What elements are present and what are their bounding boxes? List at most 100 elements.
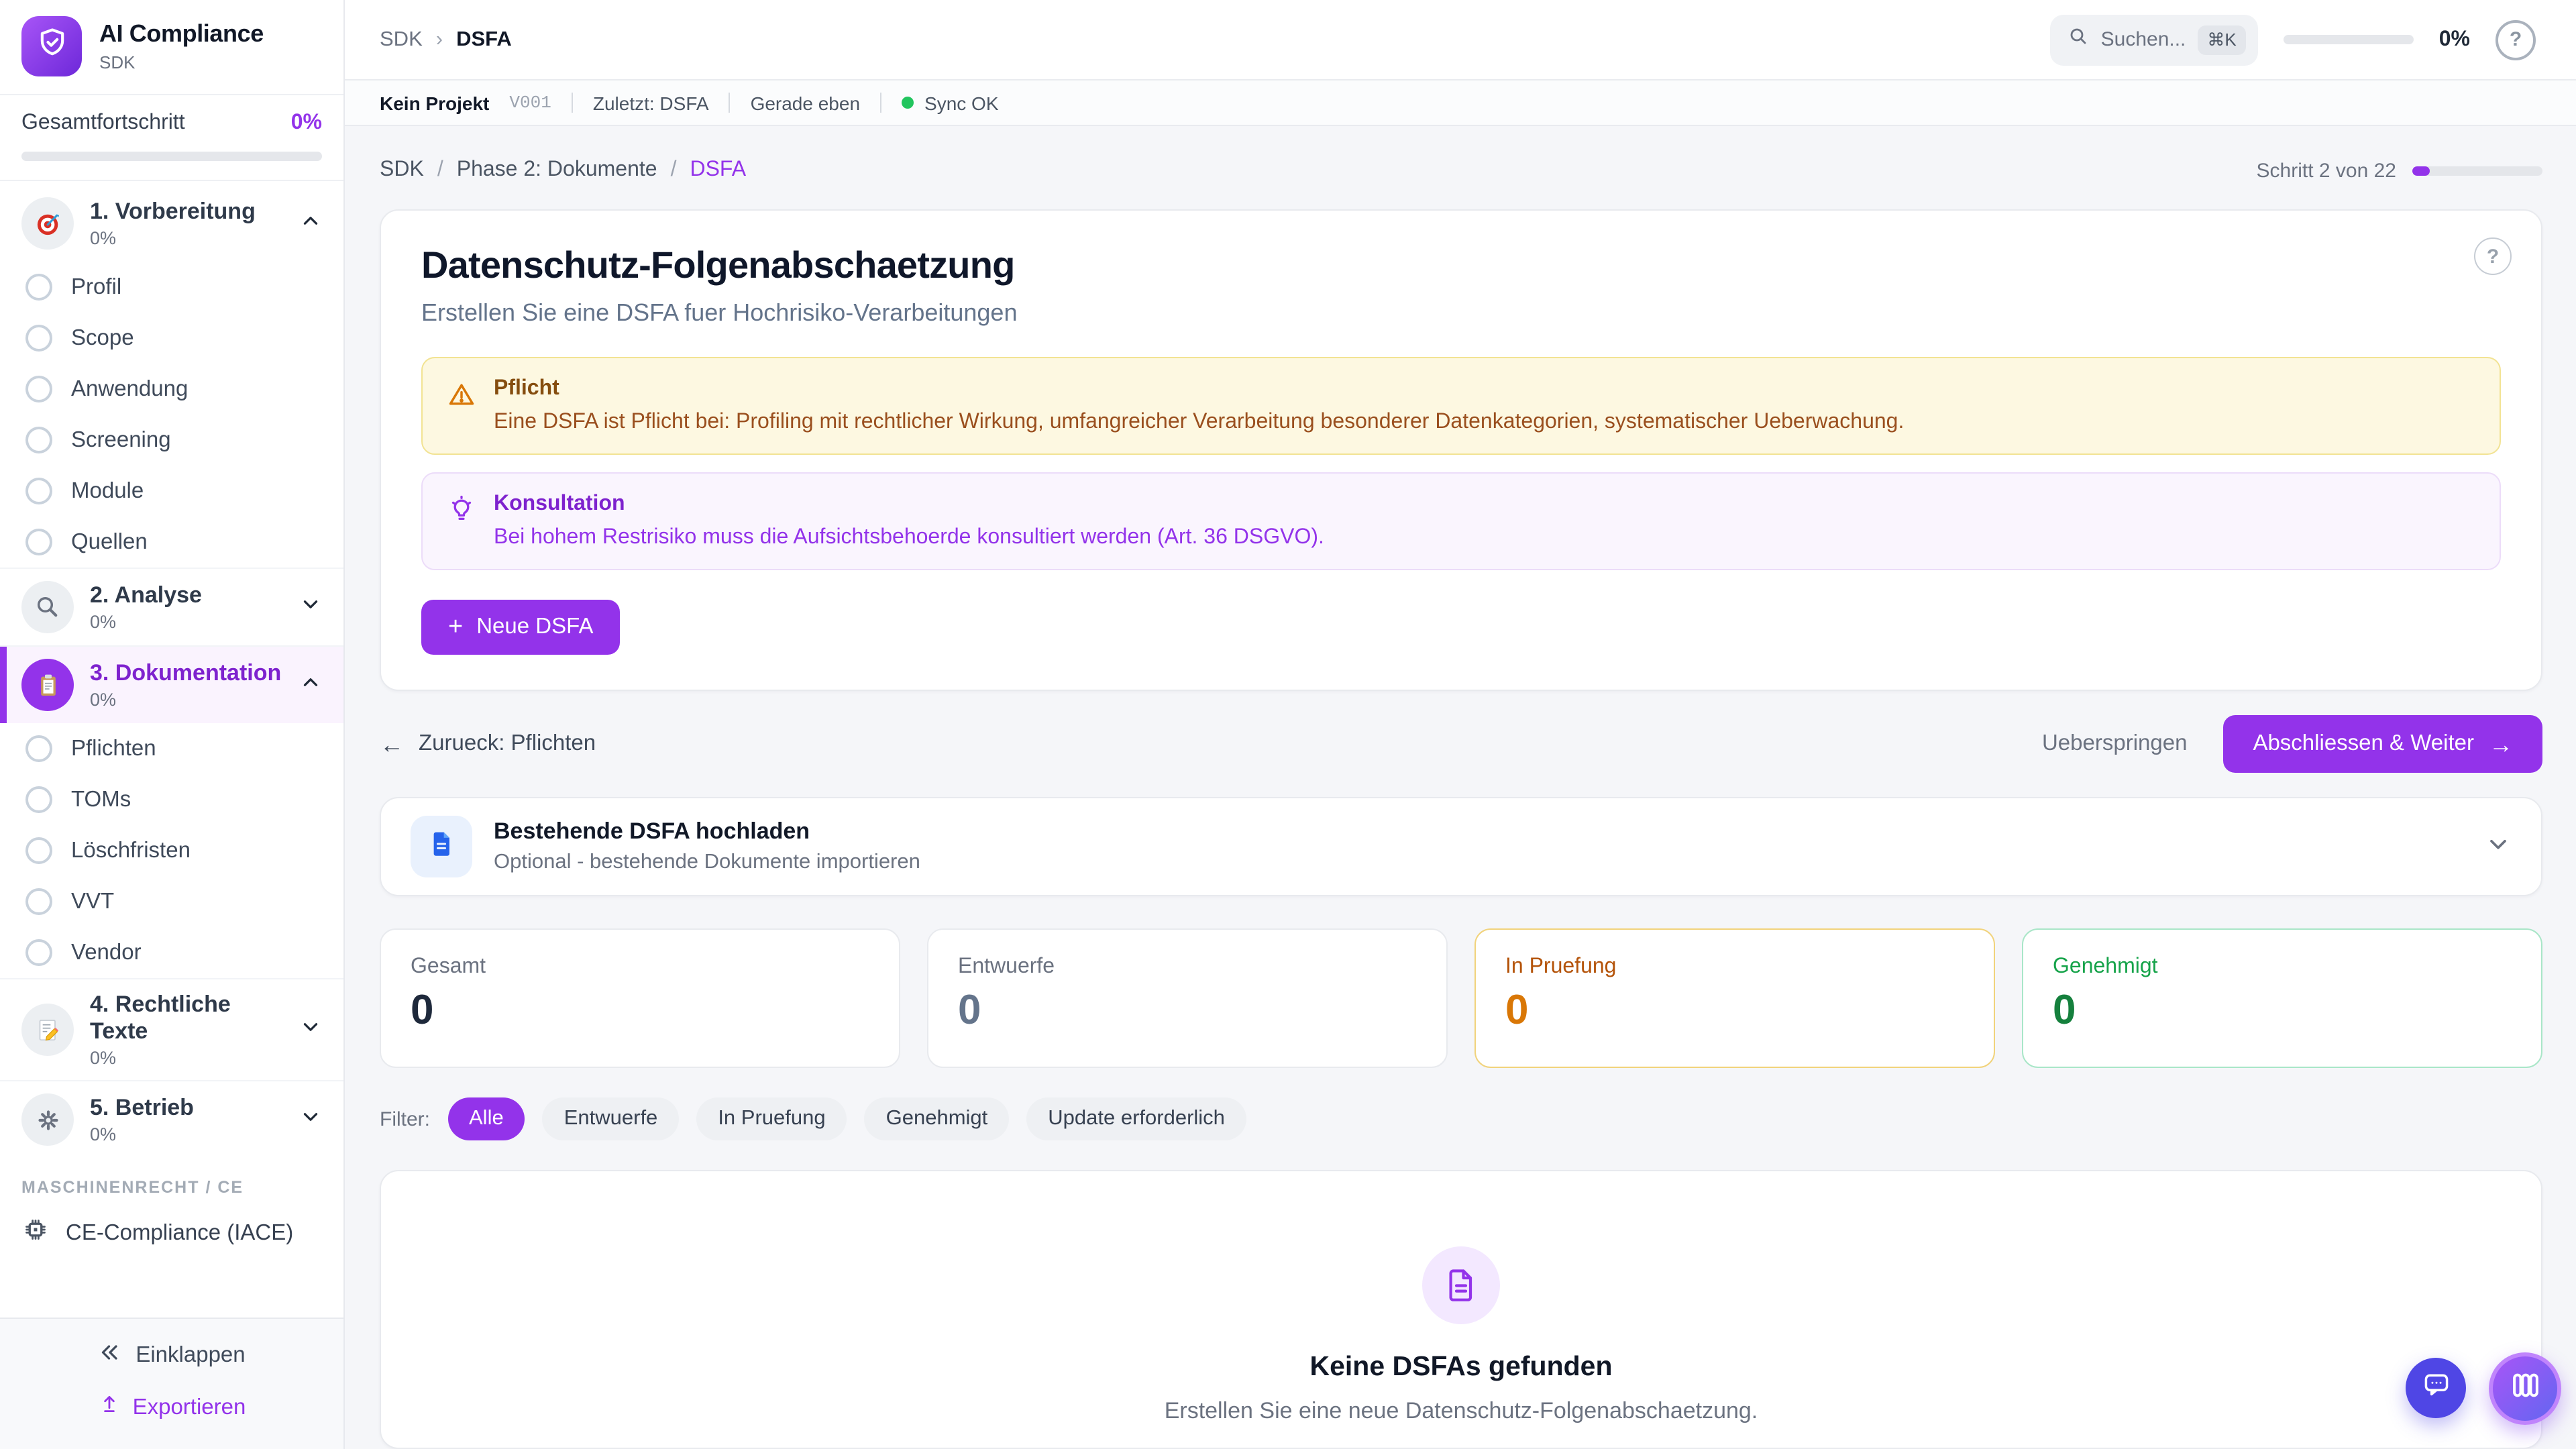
sidebar-item-label: Module: [71, 478, 144, 504]
lightbulb-icon: [447, 492, 476, 550]
search-input[interactable]: Suchen... ⌘K: [2050, 14, 2258, 65]
sidebar-item-scope[interactable]: Scope: [0, 313, 343, 364]
overall-progress-bar: [21, 152, 322, 161]
section-percent: 0%: [90, 1048, 283, 1068]
step-circle-icon: [25, 888, 52, 915]
step-progress: Schritt 2 von 22: [2257, 159, 2542, 182]
sync-ok-dot-icon: [902, 97, 914, 109]
sidebar-item-toms[interactable]: TOMs: [0, 774, 343, 825]
card-help-icon[interactable]: ?: [2474, 237, 2512, 275]
step-circle-icon: [25, 529, 52, 555]
sidebar-section-analyse[interactable]: 2. Analyse 0%: [0, 569, 343, 645]
upload-existing-dsfa-card[interactable]: Bestehende DSFA hochladen Optional - bes…: [380, 797, 2542, 896]
collapse-sidebar-button[interactable]: Einklappen: [98, 1340, 245, 1371]
filter-chip-genehmigt[interactable]: Genehmigt: [865, 1097, 1010, 1140]
section-label: 5. Betrieb: [90, 1095, 194, 1122]
alert-text: Eine DSFA ist Pflicht bei: Profiling mit…: [494, 411, 1904, 435]
empty-state-card: Keine DSFAs gefunden Erstellen Sie eine …: [380, 1170, 2542, 1449]
sidebar-footer: Einklappen Exportieren: [0, 1318, 343, 1449]
stat-label: In Pruefung: [1505, 955, 1964, 979]
app-logo-row: AI Compliance SDK: [0, 0, 343, 95]
sidebar-item-label: Scope: [71, 325, 134, 351]
keyboard-shortcut-badge: ⌘K: [2198, 25, 2245, 54]
chevron-down-icon[interactable]: [2485, 830, 2512, 863]
sync-label: Sync OK: [924, 92, 999, 113]
filter-chip-update-erforderlich[interactable]: Update erforderlich: [1026, 1097, 1246, 1140]
kanban-board-fab-button[interactable]: [2489, 1352, 2561, 1425]
back-button[interactable]: ← Zurueck: Pflichten: [380, 731, 596, 757]
skip-button[interactable]: Ueberspringen: [2042, 731, 2187, 757]
warning-triangle-icon: [447, 377, 476, 435]
overall-progress-value: 0%: [291, 111, 322, 136]
stat-label: Gesamt: [411, 955, 869, 979]
export-button[interactable]: Exportieren: [98, 1393, 246, 1422]
chat-bubble-icon: [2421, 1370, 2451, 1406]
document-icon-box: [411, 816, 472, 877]
divider: [572, 93, 573, 113]
filter-chip-in-pruefung[interactable]: In Pruefung: [696, 1097, 847, 1140]
overall-progress: Gesamtfortschritt 0%: [0, 95, 343, 181]
sidebar-section-rechtliche-texte[interactable]: 4. Rechtliche Texte 0%: [0, 979, 343, 1080]
step-circle-icon: [25, 274, 52, 301]
sidebar-section-betrieb[interactable]: 5. Betrieb 0%: [0, 1081, 343, 1158]
stat-value: 0: [411, 986, 869, 1034]
sidebar-item-label: Anwendung: [71, 376, 188, 402]
help-icon[interactable]: ?: [2496, 19, 2536, 60]
step-circle-icon: [25, 939, 52, 966]
step-circle-icon: [25, 786, 52, 813]
app-logo: [21, 16, 82, 76]
finish-next-button[interactable]: Abschliessen & Weiter →: [2223, 715, 2542, 773]
chevron-down-icon: [299, 1105, 322, 1134]
sidebar-item-pflichten[interactable]: Pflichten: [0, 723, 343, 774]
sidebar-item-quellen[interactable]: Quellen: [0, 517, 343, 568]
sync-status: Sync OK: [902, 92, 999, 113]
shield-check-icon: [34, 25, 69, 67]
target-icon: [21, 197, 74, 250]
divider: [729, 93, 731, 113]
help-glyph: ?: [2510, 28, 2522, 51]
sidebar-nav: 1. Vorbereitung 0% Profil Scope: [0, 181, 343, 1318]
filter-chip-alle[interactable]: Alle: [447, 1097, 525, 1140]
filter-label: Filter:: [380, 1108, 430, 1130]
breadcrumb-current: DSFA: [456, 28, 512, 52]
step-circle-icon: [25, 735, 52, 762]
topbar: SDK › DSFA Suchen... ⌘K 0% ?: [345, 0, 2576, 80]
topbar-actions: Suchen... ⌘K 0% ?: [2050, 14, 2536, 65]
sidebar-item-module[interactable]: Module: [0, 466, 343, 517]
sidebar-section-vorbereitung[interactable]: 1. Vorbereitung 0%: [0, 185, 343, 262]
plus-icon: +: [448, 614, 463, 640]
clipboard-icon: [21, 659, 74, 711]
section-percent: 0%: [90, 1124, 194, 1144]
sidebar-item-loeschfristen[interactable]: Löschfristen: [0, 825, 343, 876]
sidebar-item-label: Profil: [71, 274, 121, 300]
crumb-phase[interactable]: Phase 2: Dokumente: [457, 158, 657, 182]
page-title: Datenschutz-Folgenabschaetzung: [421, 244, 2501, 287]
sidebar-item-label: VVT: [71, 889, 114, 914]
arrow-left-icon: ←: [380, 732, 404, 756]
step-circle-icon: [25, 376, 52, 402]
breadcrumb-parent[interactable]: SDK: [380, 28, 423, 52]
sidebar-item-profil[interactable]: Profil: [0, 262, 343, 313]
memo-icon: [21, 1004, 74, 1056]
sidebar-item-screening[interactable]: Screening: [0, 415, 343, 466]
crumb-sdk[interactable]: SDK: [380, 158, 424, 182]
sidebar-item-anwendung[interactable]: Anwendung: [0, 364, 343, 415]
sidebar-item-vvt[interactable]: VVT: [0, 876, 343, 927]
back-label: Zurueck: Pflichten: [419, 731, 596, 757]
sidebar-item-vendor[interactable]: Vendor: [0, 927, 343, 978]
step-circle-icon: [25, 478, 52, 504]
filter-row: Filter: Alle Entwuerfe In Pruefung Geneh…: [380, 1097, 2542, 1140]
upload-title: Bestehende DSFA hochladen: [494, 818, 920, 845]
sidebar-section-dokumentation[interactable]: 3. Dokumentation 0%: [0, 647, 343, 723]
cpu-chip-icon: [21, 1216, 50, 1250]
section-label: 4. Rechtliche Texte: [90, 991, 283, 1045]
filter-chip-entwuerfe[interactable]: Entwuerfe: [543, 1097, 680, 1140]
pflicht-alert: Pflicht Eine DSFA ist Pflicht bei: Profi…: [421, 357, 2501, 455]
sidebar-item-ce-compliance[interactable]: CE-Compliance (IACE): [0, 1203, 343, 1267]
sidebar-item-label: Vendor: [71, 940, 142, 965]
new-dsfa-button[interactable]: + Neue DSFA: [421, 600, 620, 655]
section-label: 2. Analyse: [90, 582, 202, 609]
arrow-right-icon: →: [2489, 732, 2513, 756]
chat-fab-button[interactable]: [2406, 1358, 2466, 1418]
section-label: 1. Vorbereitung: [90, 199, 256, 225]
